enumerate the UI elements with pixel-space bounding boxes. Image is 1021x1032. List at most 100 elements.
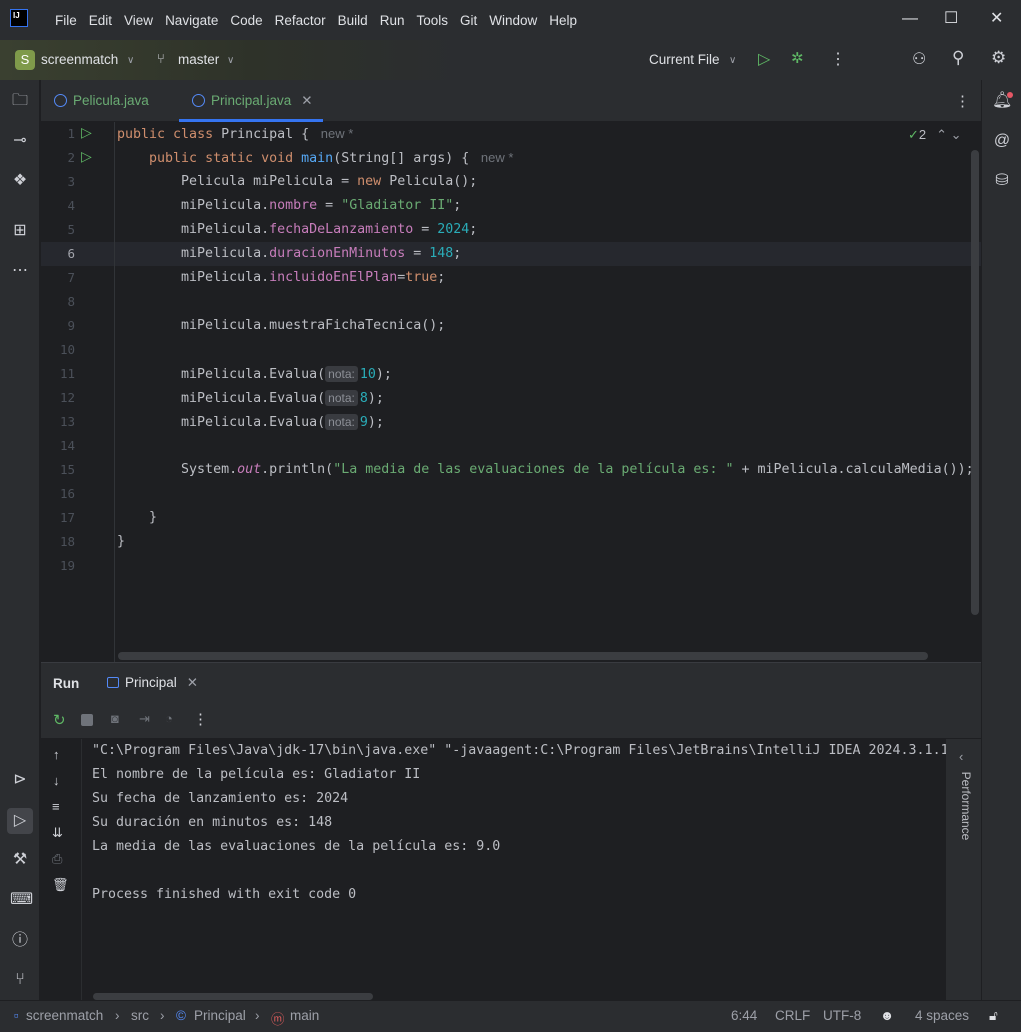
add-user-icon[interactable]: ⚇ bbox=[912, 49, 926, 69]
menu-help[interactable]: Help bbox=[543, 13, 583, 28]
code-line: } bbox=[117, 506, 157, 530]
scroll-up-icon[interactable]: ↑ bbox=[53, 747, 60, 762]
run-panel: Run Principal ✕ ↻ ◙ ⇥ ◔ ⋮ ↑ ↓ ≡ ⇊ ⎙ 🗑︎ "C… bbox=[41, 662, 981, 1001]
problems-icon[interactable]: ⓘ bbox=[10, 931, 30, 951]
menu-refactor[interactable]: Refactor bbox=[269, 13, 332, 28]
code-token-kw: public bbox=[117, 127, 174, 142]
menu-git[interactable]: Git bbox=[454, 13, 483, 28]
breadcrumb-project[interactable]: screenmatch bbox=[26, 1008, 103, 1023]
soft-wrap-icon[interactable]: ≡ bbox=[52, 799, 60, 814]
code-token-id: System. bbox=[117, 462, 238, 477]
code-token-id: ; bbox=[453, 246, 462, 261]
plugins-icon[interactable]: ❖ bbox=[10, 171, 30, 191]
code-token-id: = bbox=[413, 222, 438, 237]
attach-icon[interactable]: ⇥ bbox=[139, 711, 150, 727]
code-token-field: incluidoEnElPlan bbox=[269, 270, 398, 285]
code-token-param: nota: bbox=[325, 390, 358, 406]
build-icon[interactable]: ⚒ bbox=[10, 850, 30, 870]
inspection-widget[interactable]: ✓2 ⌃ ⌄ bbox=[908, 127, 962, 143]
close-tab-icon[interactable]: ✕ bbox=[187, 675, 198, 690]
run-icon[interactable]: ▷ bbox=[758, 49, 770, 69]
menu-code[interactable]: Code bbox=[224, 13, 268, 28]
search-icon[interactable]: ⚲ bbox=[952, 48, 964, 68]
menu-tools[interactable]: Tools bbox=[410, 13, 454, 28]
git-icon[interactable]: ⑂ bbox=[10, 970, 30, 990]
close-window-icon[interactable]: ✕ bbox=[990, 8, 1003, 28]
lock-icon[interactable]: 🔓︎ bbox=[989, 1008, 998, 1024]
code-token-field: duracionEnMinutos bbox=[269, 246, 406, 261]
code-token-id: Pelicula(); bbox=[389, 174, 478, 189]
caret-position[interactable]: 6:44 bbox=[731, 1008, 757, 1023]
breadcrumb-class[interactable]: Principal bbox=[194, 1008, 246, 1023]
run-header: Run Principal ✕ bbox=[41, 663, 981, 703]
database-icon[interactable]: ⛁ bbox=[992, 171, 1012, 191]
branch-selector[interactable]: master bbox=[178, 52, 219, 67]
breadcrumb-method[interactable]: main bbox=[290, 1008, 319, 1023]
code-token-id: + miPelicula.calculaMedia()); bbox=[733, 462, 974, 477]
ai-assistant-icon[interactable]: @ bbox=[992, 131, 1012, 151]
more-tools-icon[interactable]: ⋯ bbox=[10, 261, 30, 281]
menu-view[interactable]: View bbox=[118, 13, 159, 28]
screenshot-icon[interactable]: ◙ bbox=[111, 711, 119, 726]
code-token-num: 2024 bbox=[437, 222, 470, 237]
line-separator[interactable]: CRLF bbox=[775, 1008, 810, 1023]
code-token-static: out bbox=[237, 462, 262, 477]
performance-side-panel[interactable]: ‹ Performance bbox=[946, 739, 981, 1001]
menu-edit[interactable]: Edit bbox=[83, 13, 118, 28]
code-token-id: ; bbox=[453, 198, 462, 213]
code-token-id: .println( bbox=[261, 462, 334, 477]
tab-options-icon[interactable]: ⋮ bbox=[955, 92, 970, 110]
menu-navigate[interactable]: Navigate bbox=[159, 13, 224, 28]
gutter-run-icon[interactable]: ▷ bbox=[81, 148, 92, 165]
console-scrollbar[interactable] bbox=[93, 993, 373, 1000]
gutter-run-icon[interactable]: ▷ bbox=[81, 124, 92, 141]
terminal-icon[interactable]: ⌨ bbox=[10, 890, 33, 910]
trash-icon[interactable]: 🗑︎ bbox=[52, 877, 69, 893]
maximize-icon[interactable]: ☐ bbox=[944, 8, 958, 28]
more-icon[interactable]: ⋮ bbox=[193, 710, 208, 728]
indent-setting[interactable]: 4 spaces bbox=[915, 1008, 969, 1023]
folder-icon[interactable]: 🗀 bbox=[10, 91, 30, 111]
code-token-id: miPelicula. bbox=[117, 246, 270, 261]
gear-icon[interactable]: ⚙ bbox=[991, 48, 1006, 68]
minimize-icon[interactable]: — bbox=[902, 10, 918, 28]
menu-file[interactable]: File bbox=[49, 13, 83, 28]
commit-icon[interactable]: ⊸ bbox=[10, 131, 30, 151]
close-tab-icon[interactable]: ✕ bbox=[301, 93, 312, 108]
code-token-hint[interactable]: new * bbox=[317, 126, 354, 141]
run-tab-principal[interactable]: Principal ✕ bbox=[105, 663, 200, 703]
code-line: public class Principal { new * bbox=[117, 122, 353, 146]
console-line: La media de las evaluaciones de la pelíc… bbox=[92, 839, 501, 854]
debug-icon[interactable]: ✲ bbox=[791, 49, 804, 67]
code-token-kw: new bbox=[357, 174, 390, 189]
rerun-icon[interactable]: ↻ bbox=[53, 711, 66, 729]
file-encoding[interactable]: UTF-8 bbox=[823, 1008, 861, 1023]
horizontal-scrollbar[interactable] bbox=[118, 652, 928, 660]
project-selector[interactable]: screenmatch bbox=[41, 52, 118, 67]
breadcrumb-src[interactable]: src bbox=[131, 1008, 149, 1023]
line-number: 7 bbox=[67, 270, 75, 285]
code-editor[interactable]: 1 ▷ public class Principal { new * 2 ▷ publi… bbox=[41, 122, 981, 662]
services-icon[interactable]: ⊳ bbox=[10, 770, 30, 790]
structure-icon[interactable]: ⊞ bbox=[10, 221, 30, 241]
scroll-to-end-icon[interactable]: ⇊ bbox=[52, 825, 63, 841]
more-icon[interactable]: ⋮ bbox=[830, 49, 846, 69]
scroll-down-icon[interactable]: ↓ bbox=[53, 773, 60, 788]
menu-run[interactable]: Run bbox=[374, 13, 411, 28]
menu-build[interactable]: Build bbox=[332, 13, 374, 28]
breadcrumb-sep: › bbox=[255, 1008, 260, 1023]
line-number: 2 bbox=[67, 150, 75, 165]
run-config-selector[interactable]: Current File bbox=[649, 52, 720, 67]
run-tool-icon[interactable]: ▷ bbox=[7, 808, 33, 834]
menu-window[interactable]: Window bbox=[483, 13, 543, 28]
editor-tabs: Pelicula.java Principal.java ✕ ⋮ bbox=[41, 80, 981, 122]
code-token-hint[interactable]: new * bbox=[477, 150, 514, 165]
stop-icon[interactable] bbox=[81, 714, 93, 726]
copilot-icon[interactable]: ☻ bbox=[880, 1008, 894, 1023]
print-icon[interactable]: ⎙ bbox=[52, 851, 62, 867]
tab-pelicula[interactable]: Pelicula.java bbox=[54, 80, 149, 122]
code-token-id: ; bbox=[437, 270, 446, 285]
profiler-icon[interactable]: ◔ bbox=[165, 711, 173, 726]
tab-principal[interactable]: Principal.java ✕ bbox=[179, 80, 323, 122]
vertical-scrollbar[interactable] bbox=[971, 150, 979, 615]
